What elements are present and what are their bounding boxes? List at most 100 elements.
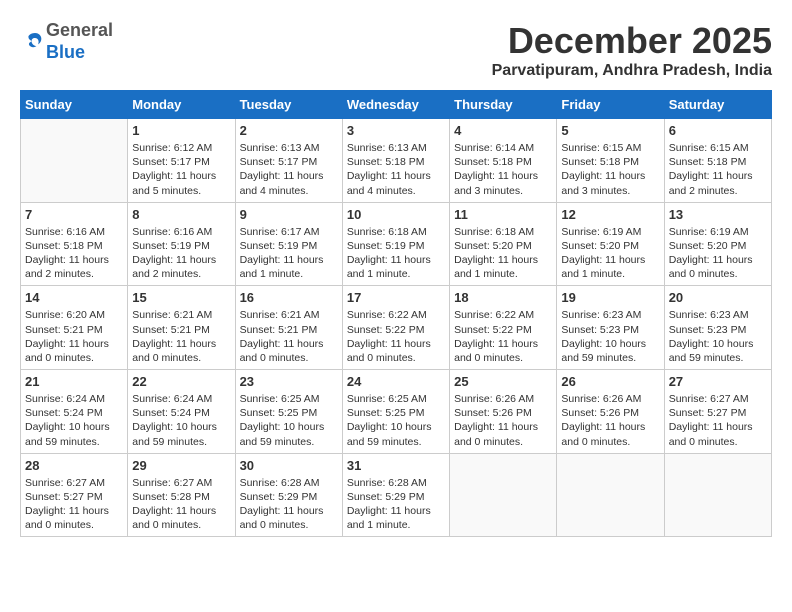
calendar-cell: 4 Sunrise: 6:14 AMSunset: 5:18 PMDaylight… bbox=[450, 119, 557, 203]
calendar-cell: 19 Sunrise: 6:23 AMSunset: 5:23 PMDayligh… bbox=[557, 286, 664, 370]
calendar-cell: 17Sunrise: 6:22 AMSunset: 5:22 PMDayligh… bbox=[342, 286, 449, 370]
col-saturday: Saturday bbox=[664, 91, 771, 119]
calendar-header-row: Sunday Monday Tuesday Wednesday Thursday… bbox=[21, 91, 772, 119]
day-number: 14 bbox=[25, 290, 123, 305]
calendar-cell: 21Sunrise: 6:24 AMSunset: 5:24 PMDayligh… bbox=[21, 370, 128, 454]
month-title: December 2025 bbox=[492, 20, 772, 62]
calendar-week-row: 14 Sunrise: 6:20 AMSunset: 5:21 PMDayligh… bbox=[21, 286, 772, 370]
calendar-cell: 27Sunrise: 6:27 AMSunset: 5:27 PMDayligh… bbox=[664, 370, 771, 454]
calendar-cell: 8 Sunrise: 6:16 AMSunset: 5:19 PMDaylight… bbox=[128, 202, 235, 286]
day-number: 22 bbox=[132, 374, 230, 389]
day-number: 1 bbox=[132, 123, 230, 138]
calendar-cell: 18Sunrise: 6:22 AMSunset: 5:22 PMDayligh… bbox=[450, 286, 557, 370]
day-number: 20 bbox=[669, 290, 767, 305]
page-header: General Blue December 2025 Parvatipuram,… bbox=[20, 20, 772, 80]
calendar-cell bbox=[450, 453, 557, 537]
day-number: 25 bbox=[454, 374, 552, 389]
calendar-cell: 2 Sunrise: 6:13 AMSunset: 5:17 PMDaylight… bbox=[235, 119, 342, 203]
day-number: 4 bbox=[454, 123, 552, 138]
day-info: Sunrise: 6:18 AMSunset: 5:19 PMDaylight:… bbox=[347, 225, 445, 282]
day-info: Sunrise: 6:22 AMSunset: 5:22 PMDaylight:… bbox=[347, 308, 445, 365]
day-number: 7 bbox=[25, 207, 123, 222]
day-number: 12 bbox=[561, 207, 659, 222]
col-wednesday: Wednesday bbox=[342, 91, 449, 119]
col-sunday: Sunday bbox=[21, 91, 128, 119]
calendar-cell: 3 Sunrise: 6:13 AMSunset: 5:18 PMDaylight… bbox=[342, 119, 449, 203]
calendar-cell bbox=[557, 453, 664, 537]
day-number: 10 bbox=[347, 207, 445, 222]
calendar-cell: 9 Sunrise: 6:17 AMSunset: 5:19 PMDaylight… bbox=[235, 202, 342, 286]
logo-general-text: General bbox=[46, 20, 113, 40]
title-block: December 2025 Parvatipuram, Andhra Prade… bbox=[492, 20, 772, 80]
day-info: Sunrise: 6:14 AMSunset: 5:18 PMDaylight:… bbox=[454, 141, 552, 198]
day-number: 9 bbox=[240, 207, 338, 222]
day-number: 13 bbox=[669, 207, 767, 222]
location-title: Parvatipuram, Andhra Pradesh, India bbox=[492, 62, 772, 80]
col-thursday: Thursday bbox=[450, 91, 557, 119]
calendar-table: Sunday Monday Tuesday Wednesday Thursday… bbox=[20, 90, 772, 537]
day-number: 19 bbox=[561, 290, 659, 305]
calendar-cell: 20Sunrise: 6:23 AMSunset: 5:23 PMDayligh… bbox=[664, 286, 771, 370]
day-number: 2 bbox=[240, 123, 338, 138]
day-info: Sunrise: 6:27 AMSunset: 5:28 PMDaylight:… bbox=[132, 476, 230, 533]
day-info: Sunrise: 6:19 AMSunset: 5:20 PMDaylight:… bbox=[561, 225, 659, 282]
calendar-cell: 15 Sunrise: 6:21 AMSunset: 5:21 PMDayligh… bbox=[128, 286, 235, 370]
calendar-cell: 31Sunrise: 6:28 AMSunset: 5:29 PMDayligh… bbox=[342, 453, 449, 537]
day-number: 30 bbox=[240, 458, 338, 473]
day-info: Sunrise: 6:21 AMSunset: 5:21 PMDaylight:… bbox=[240, 308, 338, 365]
calendar-cell: 24Sunrise: 6:25 AMSunset: 5:25 PMDayligh… bbox=[342, 370, 449, 454]
day-number: 21 bbox=[25, 374, 123, 389]
day-number: 5 bbox=[561, 123, 659, 138]
day-info: Sunrise: 6:13 AMSunset: 5:18 PMDaylight:… bbox=[347, 141, 445, 198]
day-info: Sunrise: 6:12 AMSunset: 5:17 PMDaylight:… bbox=[132, 141, 230, 198]
day-info: Sunrise: 6:20 AMSunset: 5:21 PMDaylight:… bbox=[25, 308, 123, 365]
calendar-cell: 11Sunrise: 6:18 AMSunset: 5:20 PMDayligh… bbox=[450, 202, 557, 286]
calendar-cell: 14 Sunrise: 6:20 AMSunset: 5:21 PMDayligh… bbox=[21, 286, 128, 370]
col-friday: Friday bbox=[557, 91, 664, 119]
calendar-cell bbox=[664, 453, 771, 537]
calendar-cell: 6 Sunrise: 6:15 AMSunset: 5:18 PMDaylight… bbox=[664, 119, 771, 203]
day-number: 31 bbox=[347, 458, 445, 473]
day-number: 26 bbox=[561, 374, 659, 389]
day-info: Sunrise: 6:23 AMSunset: 5:23 PMDaylight:… bbox=[561, 308, 659, 365]
day-info: Sunrise: 6:24 AMSunset: 5:24 PMDaylight:… bbox=[132, 392, 230, 449]
day-info: Sunrise: 6:17 AMSunset: 5:19 PMDaylight:… bbox=[240, 225, 338, 282]
calendar-cell: 22 Sunrise: 6:24 AMSunset: 5:24 PMDayligh… bbox=[128, 370, 235, 454]
calendar-cell: 10 Sunrise: 6:18 AMSunset: 5:19 PMDayligh… bbox=[342, 202, 449, 286]
logo-blue-text: Blue bbox=[46, 42, 85, 62]
day-info: Sunrise: 6:25 AMSunset: 5:25 PMDaylight:… bbox=[347, 392, 445, 449]
day-info: Sunrise: 6:25 AMSunset: 5:25 PMDaylight:… bbox=[240, 392, 338, 449]
calendar-cell: 29Sunrise: 6:27 AMSunset: 5:28 PMDayligh… bbox=[128, 453, 235, 537]
calendar-week-row: 28Sunrise: 6:27 AMSunset: 5:27 PMDayligh… bbox=[21, 453, 772, 537]
day-number: 15 bbox=[132, 290, 230, 305]
logo-bird-icon bbox=[22, 30, 46, 54]
day-number: 11 bbox=[454, 207, 552, 222]
day-number: 23 bbox=[240, 374, 338, 389]
calendar-cell: 16 Sunrise: 6:21 AMSunset: 5:21 PMDayligh… bbox=[235, 286, 342, 370]
col-monday: Monday bbox=[128, 91, 235, 119]
day-number: 3 bbox=[347, 123, 445, 138]
day-info: Sunrise: 6:15 AMSunset: 5:18 PMDaylight:… bbox=[669, 141, 767, 198]
day-number: 8 bbox=[132, 207, 230, 222]
calendar-cell: 30 Sunrise: 6:28 AMSunset: 5:29 PMDayligh… bbox=[235, 453, 342, 537]
calendar-week-row: 1 Sunrise: 6:12 AMSunset: 5:17 PMDaylight… bbox=[21, 119, 772, 203]
day-info: Sunrise: 6:27 AMSunset: 5:27 PMDaylight:… bbox=[25, 476, 123, 533]
col-tuesday: Tuesday bbox=[235, 91, 342, 119]
calendar-cell bbox=[21, 119, 128, 203]
day-info: Sunrise: 6:16 AMSunset: 5:19 PMDaylight:… bbox=[132, 225, 230, 282]
day-number: 16 bbox=[240, 290, 338, 305]
logo: General Blue bbox=[20, 20, 113, 63]
day-info: Sunrise: 6:21 AMSunset: 5:21 PMDaylight:… bbox=[132, 308, 230, 365]
day-info: Sunrise: 6:13 AMSunset: 5:17 PMDaylight:… bbox=[240, 141, 338, 198]
day-number: 27 bbox=[669, 374, 767, 389]
calendar-cell: 7 Sunrise: 6:16 AMSunset: 5:18 PMDaylight… bbox=[21, 202, 128, 286]
calendar-week-row: 21 Sunrise: 6:24 AMSunset: 5:24 PMDayligh… bbox=[21, 370, 772, 454]
calendar-cell: 23 Sunrise: 6:25 AMSunset: 5:25 PMDayligh… bbox=[235, 370, 342, 454]
calendar-week-row: 7 Sunrise: 6:16 AMSunset: 5:18 PMDaylight… bbox=[21, 202, 772, 286]
day-number: 18 bbox=[454, 290, 552, 305]
calendar-cell: 13Sunrise: 6:19 AMSunset: 5:20 PMDayligh… bbox=[664, 202, 771, 286]
day-number: 6 bbox=[669, 123, 767, 138]
day-info: Sunrise: 6:28 AMSunset: 5:29 PMDaylight:… bbox=[240, 476, 338, 533]
day-info: Sunrise: 6:16 AMSunset: 5:18 PMDaylight:… bbox=[25, 225, 123, 282]
calendar-cell: 25Sunrise: 6:26 AMSunset: 5:26 PMDayligh… bbox=[450, 370, 557, 454]
